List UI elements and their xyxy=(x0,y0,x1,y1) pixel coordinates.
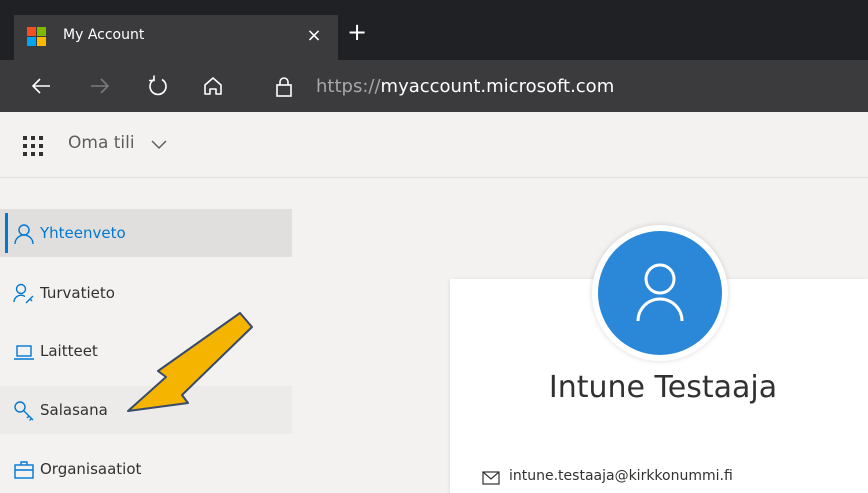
chevron-down-icon[interactable] xyxy=(150,138,168,152)
briefcase-icon xyxy=(14,461,34,479)
sidebar-item-label: Organisaatiot xyxy=(40,460,142,478)
forward-icon[interactable] xyxy=(85,72,113,100)
laptop-icon xyxy=(14,345,34,360)
browser-tab[interactable]: My Account × xyxy=(14,15,338,60)
app-title[interactable]: Oma tili xyxy=(68,133,135,153)
person-icon xyxy=(14,224,34,245)
annotation-arrow-icon xyxy=(127,312,253,412)
browser-nav-bar: https://myaccount.microsoft.com xyxy=(0,60,868,112)
app-launcher-icon[interactable] xyxy=(22,135,44,157)
refresh-icon[interactable] xyxy=(144,72,172,100)
app-header: Oma tili xyxy=(0,112,868,178)
person-key-icon xyxy=(13,283,34,304)
sidebar-item-yhteenveto[interactable]: Yhteenveto xyxy=(0,209,292,257)
sidebar-item-organisaatiot[interactable]: Organisaatiot xyxy=(0,445,292,493)
url-scheme: https:// xyxy=(316,76,381,97)
sidebar-item-label: Yhteenveto xyxy=(40,224,126,242)
tab-title: My Account xyxy=(63,27,145,43)
sidebar-item-label: Salasana xyxy=(40,401,108,419)
lock-icon xyxy=(276,77,292,97)
profile-display-name: Intune Testaaja xyxy=(548,370,778,405)
person-icon xyxy=(636,263,684,322)
address-bar[interactable]: https://myaccount.microsoft.com xyxy=(258,69,868,105)
avatar[interactable] xyxy=(592,225,728,361)
profile-email: intune.testaaja@kirkkonummi.fi xyxy=(509,468,733,484)
microsoft-logo-icon xyxy=(27,27,46,46)
url-host: myaccount.microsoft.com xyxy=(380,76,615,97)
key-icon xyxy=(14,401,34,421)
close-tab-icon[interactable]: × xyxy=(302,23,326,49)
new-tab-icon[interactable]: + xyxy=(344,20,370,46)
back-icon[interactable] xyxy=(28,72,56,100)
url-text: https://myaccount.microsoft.com xyxy=(316,76,614,97)
main-content: Intune Testaaja intune.testaaja@kirkkonu… xyxy=(292,178,868,493)
sidebar-item-label: Laitteet xyxy=(40,342,98,360)
active-indicator xyxy=(5,213,8,253)
home-icon[interactable] xyxy=(199,72,227,100)
mail-icon xyxy=(482,471,500,485)
sidebar-item-label: Turvatieto xyxy=(40,284,115,302)
browser-tab-bar: My Account × + xyxy=(0,0,868,60)
